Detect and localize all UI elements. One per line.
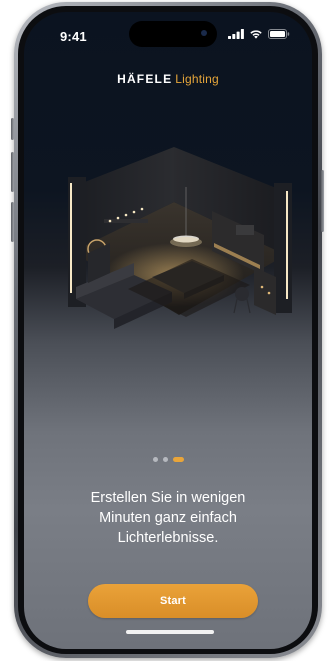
onboarding-headline: Erstellen Sie in wenigen Minuten ganz ei…: [48, 488, 288, 548]
volume-up-button: [11, 152, 14, 192]
start-button[interactable]: Start: [88, 584, 258, 618]
app-screen: 9:41 HÄFELE Lighting Erstellen Sie in we…: [24, 12, 312, 649]
brand-logo: HÄFELE Lighting: [24, 72, 312, 86]
status-time: 9:41: [60, 29, 87, 44]
wifi-icon: [250, 30, 262, 39]
headline-line: Minuten ganz einfach: [99, 510, 237, 526]
brand-sub: Lighting: [175, 72, 219, 86]
headline-line: Erstellen Sie in wenigen: [90, 490, 246, 506]
headline-line: Lichterlebnisse.: [117, 530, 219, 546]
dynamic-island: [129, 21, 217, 47]
battery-icon: [268, 29, 290, 39]
room-illustration: [68, 147, 292, 329]
page-dot-3-active[interactable]: [172, 457, 184, 462]
cellular-signal-icon: [228, 29, 244, 39]
camera-icon: [201, 30, 207, 36]
action-button: [11, 118, 14, 140]
brand-name: HÄFELE: [117, 72, 173, 86]
status-icons: [228, 29, 290, 39]
page-dot-1[interactable]: [152, 457, 158, 462]
power-button: [321, 170, 324, 232]
page-dot-2[interactable]: [162, 457, 168, 462]
device-mockup: 9:41 HÄFELE Lighting Erstellen Sie in we…: [0, 0, 332, 661]
volume-down-button: [11, 202, 14, 242]
status-bar: 9:41: [24, 12, 312, 58]
home-indicator[interactable]: [126, 630, 214, 634]
page-indicator[interactable]: [24, 457, 312, 462]
